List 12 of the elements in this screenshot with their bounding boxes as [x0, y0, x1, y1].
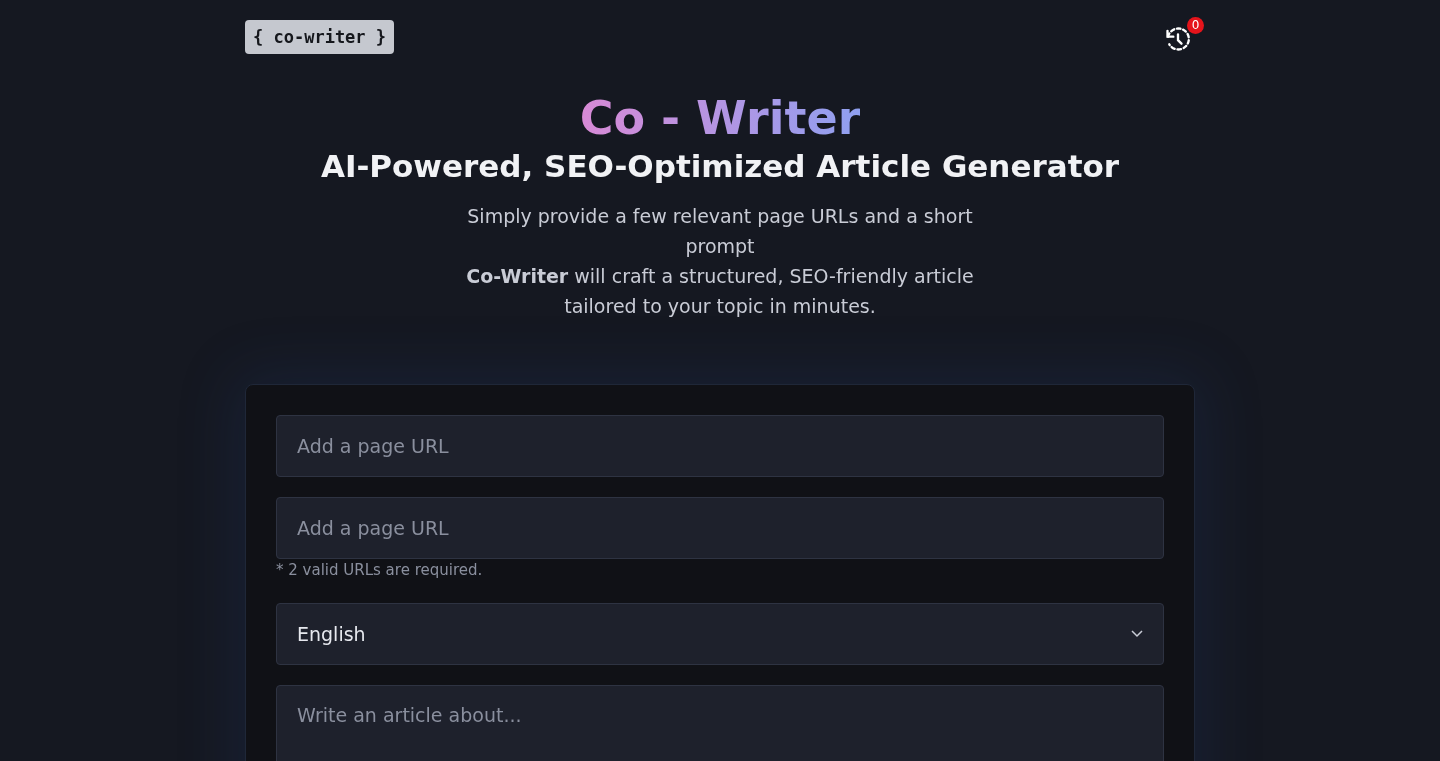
language-select[interactable]: English	[276, 603, 1164, 665]
validation-hint: * 2 valid URLs are required.	[276, 561, 484, 579]
chevron-down-icon	[1131, 630, 1143, 638]
url-input-field[interactable]: Add a page URL	[276, 497, 1164, 559]
page-subtitle: AI-Powered, SEO-Optimized Article Generator	[320, 147, 1120, 186]
logo[interactable]: { co-writer }	[245, 20, 395, 54]
history-icon	[1164, 24, 1192, 53]
url-input-field[interactable]: Add a page URL	[276, 415, 1164, 477]
prompt-text-area[interactable]: Write an article about...	[276, 685, 1164, 761]
history-button[interactable]: 0	[1164, 16, 1204, 53]
description-text: Co-Writer will craft a structured, SEO-friendly article tailored to your topic in minutes.	[465, 264, 975, 319]
notification-badge: 0	[1187, 16, 1204, 34]
